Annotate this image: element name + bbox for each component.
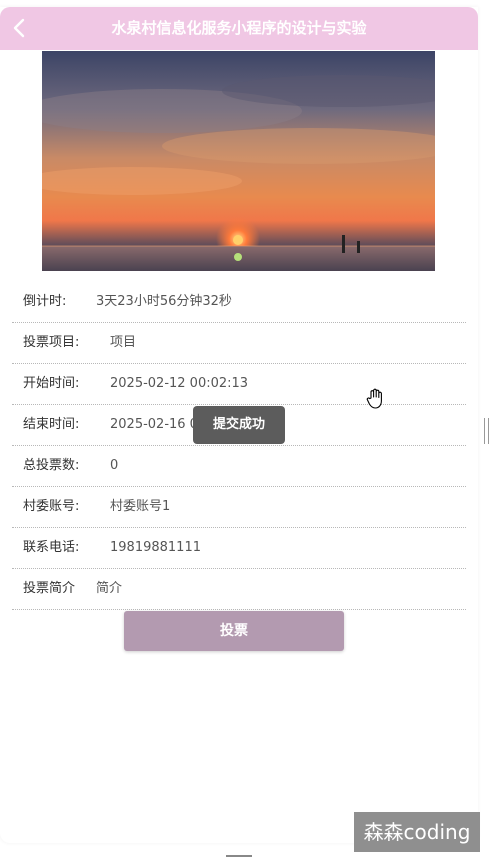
carousel-indicator-dot[interactable] [234,253,242,261]
chevron-left-icon [13,18,25,38]
total-votes-value: 0 [110,458,119,473]
total-votes-label: 总投票数: [23,458,80,473]
vote-info-list: 倒计时: 3天23小时56分钟32秒 投票项目: 项目 开始时间: 2025-0… [12,282,466,610]
committee-account-label: 村委账号: [23,499,80,514]
end-time-label: 结束时间: [23,417,80,432]
vote-intro-label: 投票简介 [23,581,76,596]
phone-row: 联系电话: 19819881111 [12,528,466,569]
vote-button[interactable]: 投票 [124,611,344,651]
start-time-row: 开始时间: 2025-02-12 00:02:13 [12,364,466,405]
vote-project-row: 投票项目: 项目 [12,323,466,364]
watermark: 森森coding [354,812,480,852]
phone-value: 19819881111 [110,540,201,555]
vote-project-value: 项目 [110,335,137,350]
resize-handle[interactable] [484,418,489,444]
countdown-row: 倒计时: 3天23小时56分钟32秒 [12,282,466,323]
start-time-value: 2025-02-12 00:02:13 [110,376,249,391]
start-time-label: 开始时间: [23,376,80,391]
phone-label: 联系电话: [23,540,80,555]
page-title: 水泉村信息化服务小程序的设计与实验 [111,19,367,37]
vote-intro-row: 投票简介 简介 [12,569,466,610]
back-button[interactable] [8,16,32,40]
countdown-value: 3天23小时56分钟32秒 [96,294,232,309]
total-votes-row: 总投票数: 0 [12,446,466,487]
hand-cursor-icon [366,388,386,410]
vote-intro-value: 简介 [96,581,123,596]
sunset-photo [42,51,435,271]
vote-project-label: 投票项目: [23,335,80,350]
toast-message: 提交成功 [193,406,285,444]
home-indicator[interactable] [226,855,252,857]
banner-image [42,51,435,271]
countdown-label: 倒计时: [23,294,67,309]
committee-account-value: 村委账号1 [110,499,171,514]
nav-header: 水泉村信息化服务小程序的设计与实验 [0,7,478,50]
committee-account-row: 村委账号: 村委账号1 [12,487,466,528]
